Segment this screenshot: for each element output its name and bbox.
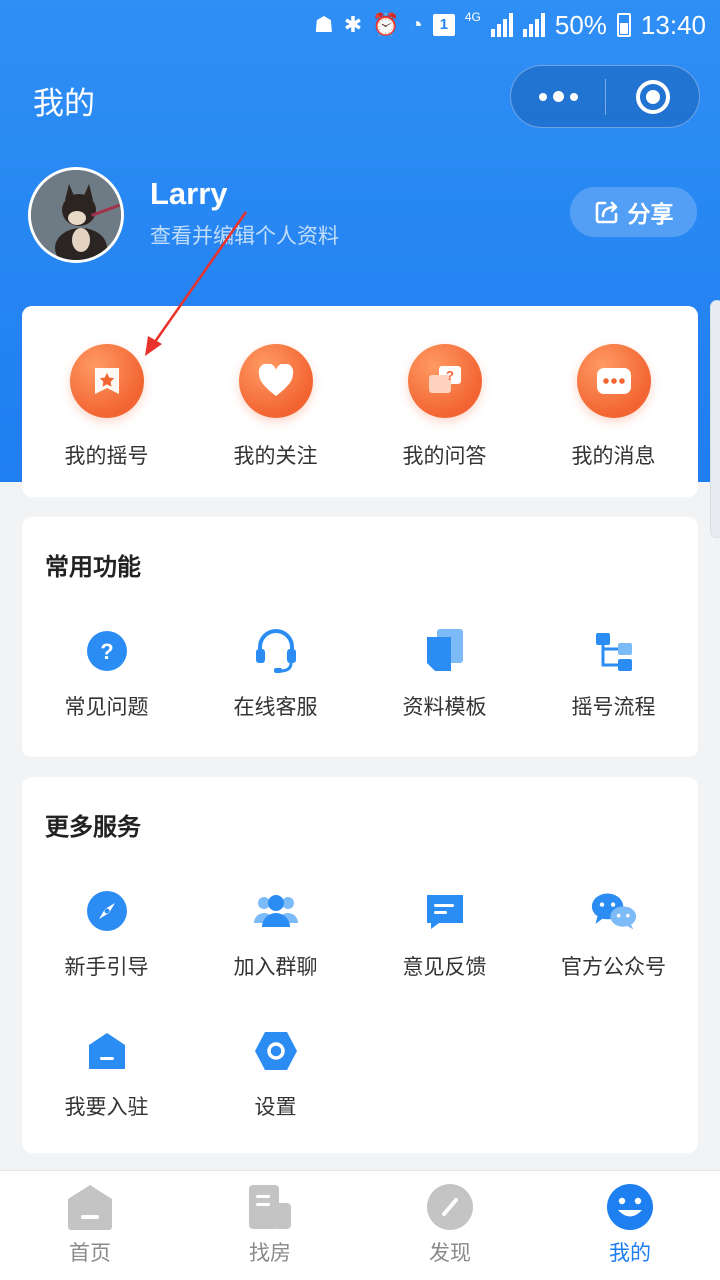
heart-icon: [238, 344, 313, 418]
tab-discover[interactable]: 发现: [390, 1183, 510, 1267]
quick-actions-card: 我的摇号 我的关注 ? 我的问答 我的消息: [22, 306, 698, 497]
section-title: 更多服务: [45, 814, 141, 841]
service-label: 意见反馈: [402, 956, 487, 979]
quick-action-label: 我的关注: [233, 445, 318, 468]
status-bar: ☗ ✱ ⏰ ◔ 1 4G 50% 13:40: [0, 0, 720, 50]
tab-label: 发现: [429, 1242, 471, 1265]
function-label: 资料模板: [402, 696, 487, 719]
tab-home[interactable]: 首页: [30, 1183, 150, 1267]
more-menu-icon[interactable]: [511, 66, 605, 127]
settings-icon: [252, 1027, 300, 1075]
common-functions-card: 常用功能 ? 常见问题 在线客服 资料模板 摇号流程: [22, 517, 698, 757]
beginner-guide-item[interactable]: 新手引导: [22, 887, 191, 981]
quick-action-follow[interactable]: 我的关注: [191, 344, 360, 470]
tab-label: 首页: [69, 1242, 111, 1265]
more-services-card: 更多服务 新手引导 加入群聊 意见反馈 官方公众号 我要入驻 设置: [22, 777, 698, 1153]
page-title: 我的: [33, 86, 95, 121]
edit-profile-link[interactable]: 查看并编辑个人资料: [150, 220, 339, 250]
share-button[interactable]: 分享: [570, 187, 697, 237]
feedback-icon: [421, 887, 469, 935]
settings-item[interactable]: 设置: [191, 1027, 360, 1121]
sim-badge: 1: [432, 14, 455, 36]
service-label: 我要入驻: [64, 1096, 149, 1119]
join-group-item[interactable]: 加入群聊: [191, 887, 360, 981]
tab-find-house[interactable]: 找房: [210, 1183, 330, 1267]
quick-action-label: 我的消息: [571, 445, 656, 468]
alarm-icon: ⏰: [372, 12, 400, 37]
share-label: 分享: [627, 201, 674, 227]
svg-text:?: ?: [446, 368, 454, 383]
close-target-icon[interactable]: [606, 66, 699, 127]
android-icon: ☗: [313, 12, 334, 37]
bluetooth-icon: ✱: [343, 12, 363, 37]
miniprogram-capsule: [510, 65, 700, 128]
home-icon: [68, 1185, 112, 1230]
quick-action-lottery[interactable]: 我的摇号: [22, 344, 191, 470]
compass-icon: [83, 887, 131, 935]
tab-label: 我的: [609, 1242, 651, 1265]
official-account-item[interactable]: 官方公众号: [529, 887, 698, 981]
help-icon: ?: [83, 627, 131, 675]
tab-profile[interactable]: 我的: [570, 1183, 690, 1267]
svg-text:?: ?: [100, 639, 113, 664]
service-label: 官方公众号: [561, 956, 666, 979]
online-service-item[interactable]: 在线客服: [191, 627, 360, 721]
quick-action-messages[interactable]: 我的消息: [529, 344, 698, 470]
faq-item[interactable]: ? 常见问题: [22, 627, 191, 721]
network-type: 4G: [464, 10, 481, 24]
message-icon: [576, 344, 651, 418]
function-label: 常见问题: [64, 696, 149, 719]
find-house-icon: [249, 1185, 291, 1229]
question-chat-icon: ?: [407, 344, 482, 418]
house-icon: [83, 1027, 131, 1075]
discover-icon: [427, 1184, 473, 1230]
side-drawer-handle[interactable]: [710, 300, 720, 538]
quick-action-label: 我的问答: [402, 445, 487, 468]
settle-in-item[interactable]: 我要入驻: [22, 1027, 191, 1121]
avatar[interactable]: [28, 167, 124, 263]
headset-icon: [252, 627, 300, 675]
tab-label: 找房: [249, 1242, 291, 1265]
bottom-tab-bar: 首页 找房 发现 我的: [0, 1170, 720, 1280]
group-icon: [252, 887, 300, 935]
service-label: 加入群聊: [233, 956, 318, 979]
service-label: 新手引导: [64, 956, 149, 979]
user-name[interactable]: Larry: [150, 176, 228, 212]
service-label: 设置: [254, 1096, 297, 1119]
signal-icon: [490, 13, 513, 37]
bookmark-star-icon: [69, 344, 144, 418]
feedback-item[interactable]: 意见反馈: [360, 887, 529, 981]
quick-action-label: 我的摇号: [64, 445, 149, 468]
signal-icon-2: [522, 13, 545, 37]
clock: 13:40: [640, 9, 706, 40]
document-template-icon: [421, 627, 469, 675]
template-item[interactable]: 资料模板: [360, 627, 529, 721]
battery-icon: [616, 13, 631, 37]
section-title: 常用功能: [45, 554, 141, 581]
profile-smile-icon: [607, 1184, 653, 1230]
function-label: 摇号流程: [571, 696, 656, 719]
lottery-process-item[interactable]: 摇号流程: [529, 627, 698, 721]
function-label: 在线客服: [233, 696, 318, 719]
battery-percent: 50%: [554, 9, 607, 40]
wifi-icon: ◔: [409, 12, 423, 37]
wechat-icon: [590, 887, 638, 935]
share-icon: [595, 201, 617, 224]
flow-icon: [590, 627, 638, 675]
quick-action-qa[interactable]: ? 我的问答: [360, 344, 529, 470]
